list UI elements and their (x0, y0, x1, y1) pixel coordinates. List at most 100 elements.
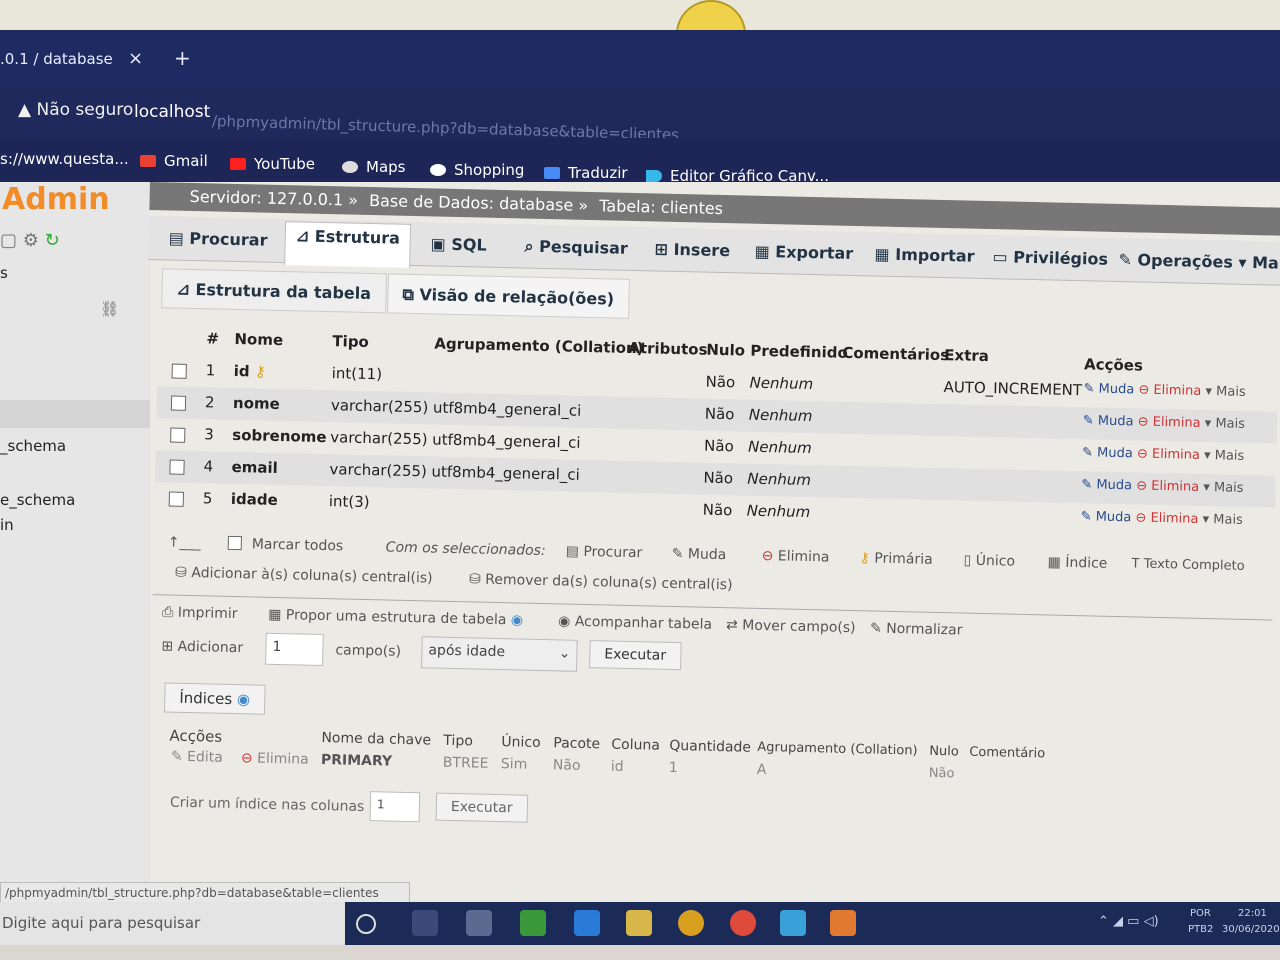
tab-insert[interactable]: ⊞ Insere (644, 235, 740, 264)
more-link[interactable]: ▾ Mais (1205, 384, 1246, 400)
bookmark-translate[interactable]: Traduzir (544, 164, 628, 182)
index-edit-link[interactable]: ✎ Edita (171, 749, 223, 766)
more-link[interactable]: ▾ Mais (1202, 512, 1243, 528)
bulk-drop[interactable]: ⊖ Elimina (761, 548, 829, 566)
gear-icon[interactable]: ⚙ (23, 230, 39, 251)
bookmark-questa[interactable]: s://www.questa... (0, 150, 129, 168)
bookmark-youtube[interactable]: YouTube (230, 155, 315, 173)
col-header[interactable]: Nulo (706, 341, 745, 360)
breadcrumb-server[interactable]: Servidor: 127.0.0.1 » (189, 187, 358, 210)
xampp-icon[interactable] (830, 910, 856, 936)
indexes-toggle[interactable]: Índices ◉ (163, 682, 266, 715)
tab-privileges[interactable]: ▭ Privilégios (982, 243, 1118, 273)
security-indicator[interactable]: ▲ Não seguro (18, 100, 133, 120)
more-link[interactable]: ▾ Mais (1203, 480, 1244, 496)
app-icon[interactable] (780, 910, 806, 936)
more-link[interactable]: ▾ Mais (1204, 448, 1245, 464)
help-icon[interactable]: ◉ (237, 690, 250, 708)
row-checkbox[interactable] (168, 491, 184, 507)
drop-link[interactable]: ⊖ Elimina (1135, 510, 1198, 526)
reload-icon[interactable]: ↻ (45, 230, 60, 251)
tab-more[interactable]: ▾ Mais (1228, 248, 1280, 277)
chrome-icon[interactable] (678, 910, 704, 936)
task-view-icon[interactable] (412, 910, 438, 936)
tab-structure[interactable]: ⊿ Estrutura (284, 221, 412, 268)
cortana-icon[interactable] (356, 914, 376, 934)
col-header[interactable]: Nome (234, 330, 283, 349)
clock-time[interactable]: 22:01 (1238, 908, 1267, 919)
sidebar-item[interactable]: _schema (0, 437, 66, 455)
add-count-input[interactable]: 1 (265, 632, 324, 667)
tab-browse[interactable]: ▤ Procurar (158, 224, 277, 254)
more-link[interactable]: ▾ Mais (1205, 416, 1246, 432)
normalize-link[interactable]: ✎ Normalizar (870, 620, 963, 638)
file-explorer-icon[interactable] (626, 910, 652, 936)
change-link[interactable]: ✎ Muda (1080, 509, 1131, 525)
bulk-fulltext[interactable]: T Texto Completo (1131, 556, 1244, 574)
subtab-table-structure[interactable]: ⊿ Estrutura da tabela (161, 268, 387, 314)
col-header[interactable]: Comentários (842, 344, 949, 364)
sidebar-item[interactable]: e_schema (0, 491, 75, 509)
change-link[interactable]: ✎ Muda (1082, 445, 1133, 461)
bookmark-shopping[interactable]: Shopping (430, 161, 524, 179)
tab-operations[interactable]: ✎ Operações (1108, 246, 1243, 276)
home-icon[interactable]: ▢ (0, 230, 17, 251)
browser-tab[interactable]: .0.1 / database × (0, 40, 160, 80)
drop-link[interactable]: ⊖ Elimina (1137, 446, 1200, 462)
print-link[interactable]: ⎙ Imprimir (162, 604, 238, 622)
propose-structure-link[interactable]: ▦ Propor uma estrutura de tabela ◉ (268, 607, 523, 629)
track-table-link[interactable]: ◉ Acompanhar tabela (558, 613, 712, 632)
bookmark-gmail[interactable]: Gmail (140, 152, 208, 170)
create-index-execute[interactable]: Executar (435, 792, 528, 823)
col-header[interactable]: Agrupamento (Collation) (434, 334, 644, 357)
settings-icon[interactable] (466, 910, 492, 936)
change-link[interactable]: ✎ Muda (1081, 477, 1132, 493)
help-icon[interactable]: ◉ (511, 612, 524, 628)
taskbar-search[interactable]: Digite aqui para pesquisar (0, 902, 345, 945)
sidebar-item[interactable]: in (0, 516, 14, 534)
position-select[interactable]: após idade ⌄ (421, 636, 578, 672)
xbox-icon[interactable] (520, 910, 546, 936)
execute-add-button[interactable]: Executar (589, 640, 682, 671)
create-index-count[interactable]: 1 (369, 791, 421, 823)
tray-icons[interactable]: ⌃ ◢ ▭ ◁) (1098, 914, 1159, 929)
drop-link[interactable]: ⊖ Elimina (1137, 414, 1200, 430)
subtab-relation-view[interactable]: ⧉ Visão de relação(ões) (387, 273, 630, 319)
tab-import[interactable]: ▦ Importar (864, 240, 985, 270)
address-bar[interactable]: ▲ Não seguro localhost /phpmyadmin/tbl_s… (0, 88, 1280, 144)
link-icon[interactable]: ⛓ (100, 300, 119, 318)
tab-export[interactable]: ▦ Exportar (744, 238, 863, 268)
row-checkbox[interactable] (171, 363, 187, 379)
change-link[interactable]: ✎ Muda (1083, 413, 1134, 429)
check-all[interactable]: Marcar todos (227, 535, 343, 554)
keyboard-layout[interactable]: PTB2 (1188, 924, 1213, 935)
drop-link[interactable]: ⊖ Elimina (1138, 382, 1201, 398)
row-checkbox[interactable] (170, 427, 186, 443)
bookmark-canva[interactable]: Editor Gráfico Canv... (646, 167, 829, 185)
chrome-active-icon[interactable] (730, 910, 756, 936)
sidebar-item[interactable]: s (0, 264, 8, 282)
drop-link[interactable]: ⊖ Elimina (1136, 478, 1199, 494)
clock-date[interactable]: 30/06/2020 (1222, 924, 1280, 935)
bulk-primary[interactable]: ⚷ Primária (859, 550, 932, 568)
col-header[interactable]: Extra (944, 346, 989, 365)
col-header[interactable]: Predefinido (750, 342, 848, 362)
breadcrumb-database[interactable]: Base de Dados: database » (369, 191, 588, 215)
input-language[interactable]: POR (1190, 908, 1211, 919)
bulk-unique[interactable]: ▯ Único (963, 553, 1015, 570)
breadcrumb-table[interactable]: Tabela: clientes (599, 196, 723, 218)
checkbox[interactable] (227, 535, 242, 551)
tab-search[interactable]: ⌕ Pesquisar (514, 232, 638, 263)
tab-sql[interactable]: ▣ SQL (420, 230, 497, 259)
bulk-change[interactable]: ✎ Muda (672, 546, 727, 563)
new-tab-button[interactable]: + (174, 46, 191, 70)
bulk-index[interactable]: ▦ Índice (1047, 554, 1107, 571)
remove-central-columns[interactable]: ⛁ Remover da(s) coluna(s) central(is) (469, 571, 733, 593)
bulk-browse[interactable]: ▤ Procurar (566, 544, 643, 562)
move-columns-link[interactable]: ⇄ Mover campo(s) (726, 617, 856, 636)
col-header[interactable]: Atributos (628, 339, 708, 359)
col-header[interactable]: Tipo (332, 332, 369, 351)
index-drop-link[interactable]: ⊖ Elimina (241, 750, 309, 768)
row-checkbox[interactable] (170, 395, 187, 411)
edge-icon[interactable] (574, 910, 600, 936)
